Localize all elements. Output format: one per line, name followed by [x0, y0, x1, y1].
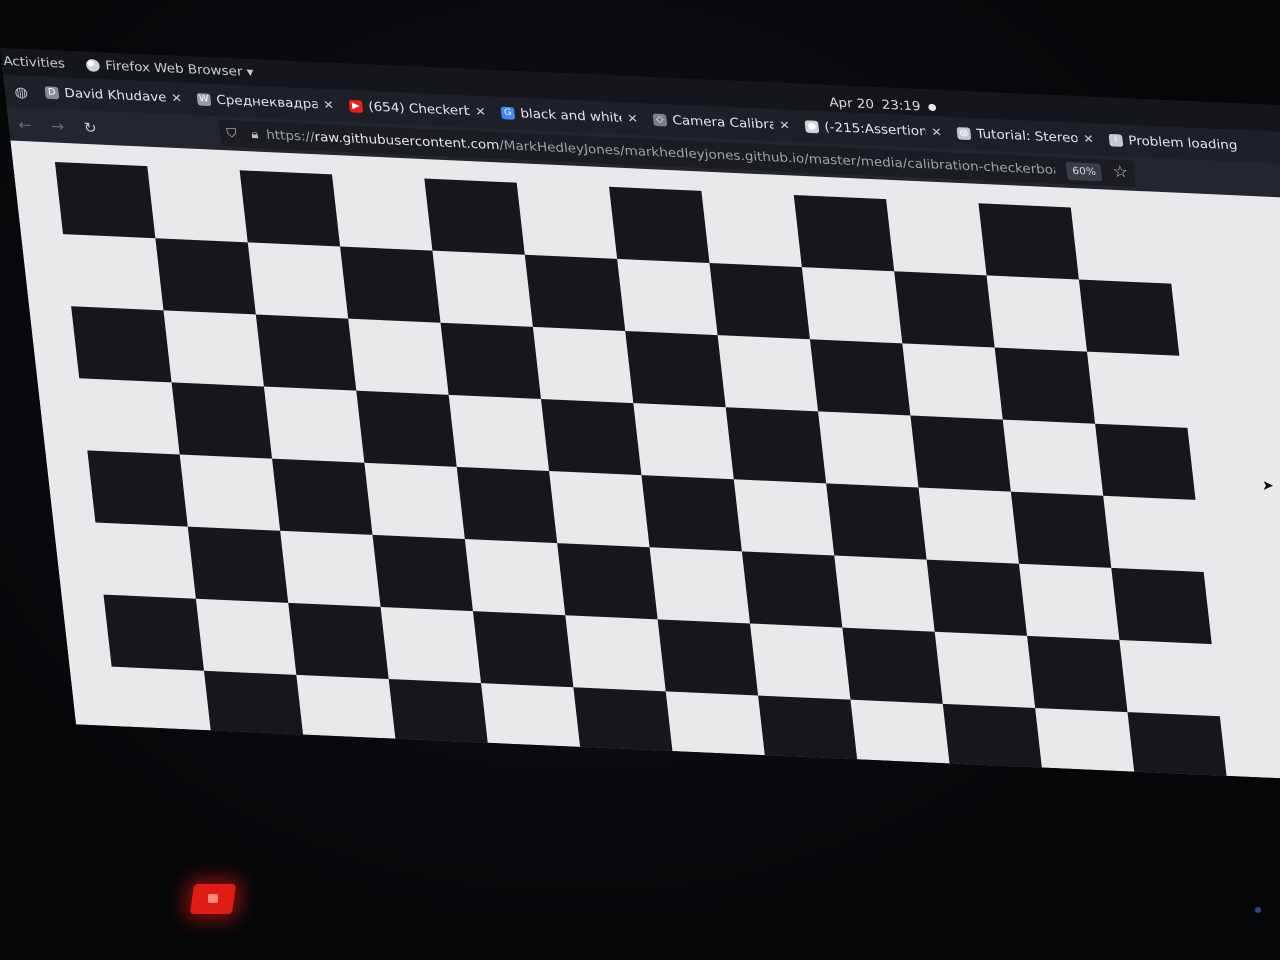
- tab-close-icon[interactable]: ✕: [323, 98, 335, 112]
- tab-close-icon[interactable]: ✕: [779, 119, 791, 133]
- checker-square-dark: [758, 695, 859, 772]
- checker-square-dark: [272, 458, 373, 535]
- reload-icon[interactable]: ↻: [73, 118, 108, 136]
- checker-square-dark: [625, 330, 726, 408]
- checker-square-dark: [609, 186, 710, 264]
- status-led: [1255, 907, 1261, 913]
- bookmark-star-icon[interactable]: ☆: [1112, 162, 1130, 181]
- zoom-level-badge[interactable]: 60%: [1065, 162, 1103, 182]
- checker-square-dark: [440, 322, 541, 399]
- checker-square-dark: [741, 551, 843, 628]
- checker-square-dark: [1027, 635, 1128, 713]
- info-icon: i: [1108, 133, 1124, 147]
- checker-square-dark: [1078, 279, 1180, 356]
- monitor-bezel: Activities Firefox Web Browser ▾ Apr 20 …: [0, 0, 1280, 960]
- tab-close-icon[interactable]: ✕: [171, 91, 183, 105]
- checker-square-dark: [826, 483, 927, 560]
- checker-square-dark: [87, 450, 188, 527]
- firefox-icon: [85, 58, 101, 72]
- checker-square-dark: [1010, 491, 1112, 568]
- opencv-icon: ◇: [652, 113, 668, 127]
- clock-time: 23:19: [880, 98, 922, 114]
- checker-square-dark: [641, 475, 742, 552]
- app-menu-label: Firefox Web Browser ▾: [104, 58, 255, 80]
- checker-square-dark: [71, 306, 172, 383]
- notification-dot-icon: [927, 103, 937, 112]
- checker-square-dark: [54, 162, 156, 239]
- checker-square-dark: [894, 271, 995, 348]
- checker-square-dark: [1127, 712, 1228, 784]
- checker-square-dark: [356, 390, 457, 467]
- activities-button[interactable]: Activities: [3, 54, 66, 71]
- checker-square-dark: [239, 170, 341, 247]
- checker-square-dark: [540, 398, 642, 476]
- tracking-shield-icon[interactable]: ⛉: [219, 126, 244, 141]
- checker-square-dark: [155, 238, 256, 315]
- checker-square-dark: [424, 178, 525, 255]
- mouse-cursor-icon: ➤: [1262, 478, 1274, 494]
- checker-square-dark: [103, 594, 204, 671]
- wikipedia-icon: W: [196, 93, 212, 107]
- screen: Activities Firefox Web Browser ▾ Apr 20 …: [0, 48, 1280, 784]
- checker-square-dark: [288, 602, 389, 680]
- google-icon: G: [500, 106, 516, 120]
- checker-square-dark: [1111, 567, 1212, 645]
- tab-overview-globe-icon[interactable]: ◍: [3, 75, 39, 109]
- tab-close-icon[interactable]: ✕: [475, 105, 487, 119]
- tab-close-icon[interactable]: ✕: [1083, 132, 1095, 146]
- tab-label: (-215:Assertion f: [823, 120, 927, 139]
- checker-square-dark: [793, 195, 895, 272]
- checker-square-dark: [372, 534, 473, 612]
- checker-square-dark: [978, 203, 1079, 280]
- tab-label: Camera Calibrati: [671, 113, 775, 133]
- globe-icon: ◍: [956, 127, 972, 141]
- github-icon: ●: [804, 120, 820, 134]
- tab-close-icon[interactable]: ✕: [931, 125, 943, 139]
- checker-square-dark: [340, 246, 441, 323]
- tab-close-icon[interactable]: ✕: [627, 112, 639, 126]
- checker-square-dark: [456, 466, 558, 544]
- checker-square-dark: [910, 415, 1011, 492]
- checker-square-dark: [809, 339, 911, 416]
- checker-square-dark: [388, 679, 490, 756]
- checker-square-dark: [994, 347, 1096, 424]
- tab-label: David Khudaverd: [63, 86, 167, 106]
- forward-arrow-icon[interactable]: →: [40, 117, 75, 135]
- tab-label: Tutorial: Stereo: [975, 127, 1079, 146]
- checker-square-dark: [709, 263, 810, 340]
- checker-square-dark: [657, 619, 759, 696]
- checker-square-dark: [472, 611, 574, 688]
- calibration-checkerboard: [54, 162, 1228, 784]
- tab-label: Среднеквадрат: [215, 93, 319, 112]
- checker-square-dark: [573, 687, 674, 764]
- document-icon: D: [44, 86, 60, 100]
- lock-icon[interactable]: 🔒︎: [242, 127, 267, 142]
- checker-square-dark: [203, 670, 305, 748]
- checker-square-dark: [171, 382, 273, 459]
- checker-square-dark: [255, 314, 357, 391]
- checker-square-dark: [842, 627, 943, 704]
- tab-label: black and white c: [519, 106, 623, 126]
- checker-square-dark: [187, 526, 289, 603]
- power-led-highlight: [208, 894, 218, 903]
- page-content: [10, 140, 1280, 784]
- tab-label: Problem loading: [1127, 133, 1239, 153]
- back-arrow-icon[interactable]: ←: [8, 115, 43, 133]
- tab-label: (654) Checkerbo: [367, 99, 471, 119]
- checker-square-dark: [557, 543, 658, 620]
- checker-square-dark: [942, 703, 1044, 781]
- clock-date: Apr 20: [828, 95, 875, 112]
- checker-square-dark: [725, 407, 827, 484]
- checker-square-dark: [1095, 423, 1196, 500]
- checker-square-dark: [926, 559, 1028, 636]
- url-host: raw.githubusercontent.com: [313, 130, 501, 153]
- checker-square-dark: [524, 254, 626, 331]
- url-scheme: https://: [265, 128, 316, 145]
- app-menu[interactable]: Firefox Web Browser ▾: [85, 58, 254, 80]
- youtube-icon: ▶: [348, 99, 364, 113]
